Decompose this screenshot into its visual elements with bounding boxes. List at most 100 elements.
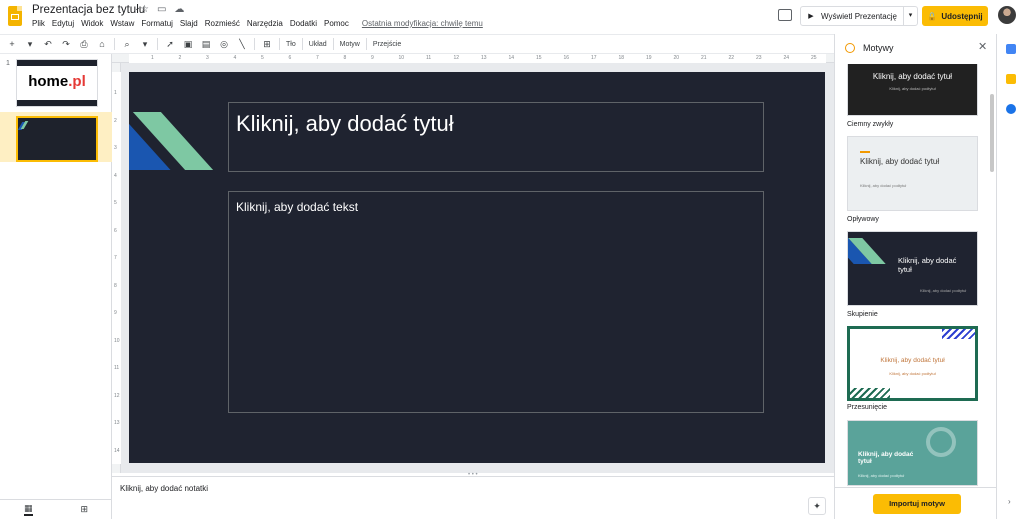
- move-folder-icon[interactable]: ▭: [157, 4, 166, 15]
- image-icon[interactable]: ▤: [200, 38, 212, 50]
- ruler-mark: 16: [563, 55, 570, 61]
- theme-card-title: Kliknij, aby dodać tytuł: [858, 451, 914, 465]
- chevron-right-icon[interactable]: ›: [1008, 497, 1011, 506]
- ruler-mark: 24: [783, 55, 790, 61]
- calendar-icon[interactable]: [1006, 44, 1016, 54]
- new-slide-dropdown-icon[interactable]: ▾: [24, 38, 36, 50]
- accent-bar: [860, 151, 870, 153]
- side-panel: ›: [996, 34, 1024, 519]
- filmstrip-view-icon[interactable]: ▦: [23, 503, 33, 516]
- background-button[interactable]: Tło: [286, 41, 296, 48]
- share-button[interactable]: 🔒 Udostępnij: [922, 6, 988, 26]
- theme-card-title: Kliknij, aby dodać tytuł: [872, 72, 953, 81]
- comment-add-icon[interactable]: ⊞: [261, 38, 273, 50]
- ruler-mark: 12: [453, 55, 460, 61]
- slide-thumbnail-2[interactable]: [16, 116, 98, 162]
- ruler-mark: 9: [114, 310, 117, 316]
- theme-card-title: Kliknij, aby dodać tytuł: [898, 256, 957, 274]
- theme-card-dark-simple[interactable]: Kliknij, aby dodać tytuł Kliknij, aby do…: [847, 64, 978, 116]
- slide[interactable]: Kliknij, aby dodać tytuł Kliknij, aby do…: [129, 72, 825, 463]
- ruler-mark: 6: [114, 227, 117, 234]
- menu-tools[interactable]: Narzędzia: [247, 19, 283, 28]
- title-placeholder[interactable]: Kliknij, aby dodać tytuł: [228, 102, 764, 172]
- select-cursor-icon[interactable]: ➚: [164, 38, 176, 50]
- slide-thumbnail-1[interactable]: home.pl: [16, 59, 98, 107]
- document-title[interactable]: Prezentacja bez tytułu: [32, 4, 145, 16]
- toolbar-divider: [365, 38, 367, 50]
- theme-card-title: Kliknij, aby dodać tytuł: [860, 157, 940, 166]
- body-placeholder[interactable]: Kliknij, aby dodać tekst: [228, 191, 764, 413]
- transition-button[interactable]: Przejście: [373, 41, 401, 48]
- zoom-dropdown-icon[interactable]: ▾: [139, 38, 151, 50]
- last-modified-link[interactable]: Ostatnia modyfikacja: chwilę temu: [362, 19, 483, 28]
- palette-icon: [845, 43, 855, 53]
- theme-card-subtitle: Kliknij, aby dodać podtytuł: [858, 473, 905, 478]
- ruler-mark: 14: [508, 55, 515, 61]
- lock-icon: 🔒: [927, 11, 938, 21]
- explore-icon[interactable]: ✦: [808, 497, 826, 515]
- toolbar-divider: [114, 38, 115, 50]
- menu-file[interactable]: Plik: [32, 19, 45, 28]
- comments-icon[interactable]: [778, 9, 792, 21]
- menu-view[interactable]: Widok: [81, 19, 103, 28]
- present-dropdown-icon[interactable]: ▾: [903, 7, 917, 25]
- body-placeholder-text: Kliknij, aby dodać tekst: [236, 200, 359, 214]
- ruler-mark: 2: [114, 117, 117, 124]
- keep-icon[interactable]: [1006, 74, 1016, 84]
- close-icon[interactable]: ✕: [978, 40, 987, 53]
- ruler-mark: 7: [316, 55, 319, 61]
- cloud-status-icon[interactable]: ☁: [174, 4, 184, 15]
- toolbar-divider: [301, 38, 303, 50]
- ruler-mark: 7: [114, 255, 117, 261]
- theme-card-streamline[interactable]: Kliknij, aby dodać tytuł Kliknij, aby do…: [847, 136, 978, 211]
- menu-insert[interactable]: Wstaw: [110, 19, 134, 28]
- ruler-mark: 15: [536, 55, 542, 61]
- toolbar-divider: [332, 38, 334, 50]
- theme-name: Skupienie: [847, 311, 878, 318]
- text-box-icon[interactable]: ▣: [182, 38, 194, 50]
- star-icon[interactable]: ☆: [140, 4, 149, 15]
- speaker-notes[interactable]: Kliknij, aby dodać notatki: [112, 476, 834, 519]
- card-stripes-top: [942, 329, 975, 339]
- ruler-mark: 2: [178, 55, 182, 61]
- card-circle: [926, 427, 956, 457]
- paint-format-icon[interactable]: ⌂: [96, 38, 108, 50]
- new-slide-icon[interactable]: +: [6, 38, 18, 50]
- menu-edit[interactable]: Edytuj: [52, 19, 74, 28]
- shape-icon[interactable]: ◎: [218, 38, 230, 50]
- theme-button[interactable]: Motyw: [340, 41, 360, 48]
- print-icon[interactable]: ⎙: [78, 38, 90, 50]
- line-icon[interactable]: ╲: [236, 38, 248, 50]
- menu-arrange[interactable]: Rozmieść: [205, 19, 240, 28]
- slides-logo-icon[interactable]: [8, 6, 22, 26]
- redo-icon[interactable]: ↷: [60, 38, 72, 50]
- slide-number: 1: [6, 60, 10, 67]
- undo-icon[interactable]: ↶: [42, 38, 54, 50]
- title-icons: ☆ ▭ ☁: [140, 4, 184, 15]
- theme-name: Przesunięcie: [847, 404, 888, 411]
- ruler-mark: 12: [114, 392, 120, 399]
- ruler-mark: 25: [811, 55, 817, 61]
- theme-card-coral[interactable]: Kliknij, aby dodać tytuł Kliknij, aby do…: [847, 420, 978, 486]
- theme-card-focus[interactable]: Kliknij, aby dodać tytuł Kliknij, aby do…: [847, 231, 978, 306]
- tasks-icon[interactable]: [1006, 104, 1016, 114]
- menu-slide[interactable]: Slajd: [180, 19, 198, 28]
- ruler-mark: 3: [206, 55, 209, 61]
- theme-card-shift[interactable]: Kliknij, aby dodać tytuł Kliknij, aby do…: [847, 326, 978, 401]
- ruler-mark: 5: [261, 55, 264, 61]
- menu-help[interactable]: Pomoc: [324, 19, 349, 28]
- menu-format[interactable]: Formatuj: [141, 19, 173, 28]
- layout-button[interactable]: Układ: [309, 41, 327, 48]
- menu-addons[interactable]: Dodatki: [290, 19, 317, 28]
- ruler-mark: 17: [591, 55, 597, 61]
- home-pl-logo: home.pl: [28, 73, 86, 90]
- import-theme-button[interactable]: Importuj motyw: [873, 494, 961, 514]
- ruler-mark: 11: [114, 365, 120, 371]
- grid-view-icon[interactable]: ⊞: [80, 504, 88, 515]
- themes-scrollbar[interactable]: [990, 94, 994, 172]
- account-avatar[interactable]: [998, 6, 1016, 24]
- zoom-icon[interactable]: ⌕: [121, 38, 133, 50]
- theme-card-title: Kliknij, aby dodać tytuł: [880, 357, 945, 364]
- toolbar-divider: [279, 38, 280, 50]
- present-button[interactable]: ▶ Wyświetl Prezentację ▾: [800, 6, 918, 26]
